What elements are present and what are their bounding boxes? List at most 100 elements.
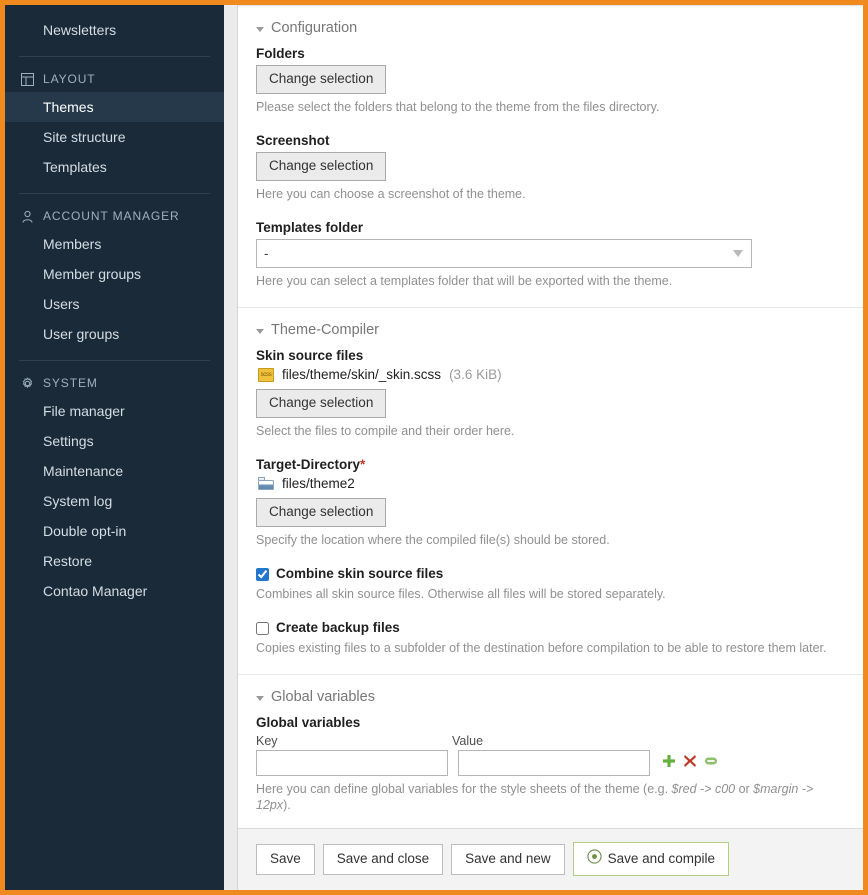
hint-example-1: $red -> c00 — [671, 782, 736, 796]
sidebar-item-templates[interactable]: Templates — [5, 152, 224, 182]
legend-theme-compiler[interactable]: Theme-Compiler — [256, 322, 845, 348]
sidebar-divider — [19, 360, 210, 361]
layout-icon — [21, 72, 34, 86]
hint-prefix: Here you can define global variables for… — [256, 782, 672, 796]
value-column-header: Value — [452, 734, 484, 748]
save-and-new-button[interactable]: Save and new — [451, 843, 565, 875]
folders-hint: Please select the folders that belong to… — [256, 100, 660, 114]
sidebar-group-label: SYSTEM — [43, 376, 98, 390]
sidebar-navigation: Newsletters LAYOUT Themes Site structure… — [5, 5, 224, 890]
chevron-down-icon — [256, 328, 264, 334]
global-variable-key-input[interactable] — [256, 750, 448, 776]
save-button[interactable]: Save — [256, 843, 315, 875]
skin-source-file-name: files/theme/skin/_skin.scss — [282, 367, 442, 382]
target-directory-label: Target-Directory* — [256, 457, 845, 472]
main-panel: Configuration Folders Change selection P… — [238, 5, 863, 890]
sidebar-divider — [19, 56, 210, 57]
sidebar-group-layout[interactable]: LAYOUT — [5, 68, 224, 92]
sidebar-item-settings[interactable]: Settings — [5, 426, 224, 456]
chevron-down-icon — [256, 26, 264, 32]
skin-source-files-change-selection-button[interactable]: Change selection — [256, 389, 387, 418]
sidebar-item-double-opt-in[interactable]: Double opt-in — [5, 516, 224, 546]
sidebar-item-contao-manager[interactable]: Contao Manager — [5, 576, 224, 606]
chevron-down-icon — [256, 695, 264, 701]
global-variables-header-row: Key Value — [256, 734, 845, 748]
legend-global-variables[interactable]: Global variables — [256, 689, 845, 715]
sidebar-group-label: LAYOUT — [43, 72, 96, 86]
delete-row-icon[interactable] — [683, 754, 697, 773]
folders-label: Folders — [256, 46, 305, 61]
sidebar-item-users[interactable]: Users — [5, 289, 224, 319]
target-directory-change-selection-button[interactable]: Change selection — [256, 498, 387, 527]
user-icon — [21, 210, 34, 223]
sidebar-item-maintenance[interactable]: Maintenance — [5, 456, 224, 486]
sidebar-item-newsletters[interactable]: Newsletters — [5, 15, 224, 45]
global-variables-label: Global variables — [256, 715, 361, 730]
global-variables-hint: Here you can define global variables for… — [256, 781, 845, 813]
key-column-header: Key — [256, 734, 278, 748]
target-directory-path: files/theme2 — [282, 476, 355, 491]
target-directory-hint: Specify the location where the compiled … — [256, 533, 610, 547]
legend-label: Theme-Compiler — [271, 322, 379, 338]
global-variables-row-actions — [662, 754, 718, 773]
templates-folder-label: Templates folder — [256, 220, 364, 235]
sidebar-item-site-structure[interactable]: Site structure — [5, 122, 224, 152]
create-backup-files-checkbox[interactable] — [256, 622, 269, 635]
sidebar-item-member-groups[interactable]: Member groups — [5, 259, 224, 289]
legend-label: Global variables — [271, 689, 375, 705]
save-and-close-button[interactable]: Save and close — [322, 843, 444, 875]
templates-folder-select-wrapper: - — [256, 239, 752, 268]
screenshot-hint: Here you can choose a screenshot of the … — [256, 187, 526, 201]
sidebar-item-file-manager[interactable]: File manager — [5, 396, 224, 426]
theme-edit-form: Configuration Folders Change selection P… — [238, 6, 863, 828]
target-directory-label-text: Target-Directory — [256, 457, 361, 472]
skin-source-file-size: (3.6 KiB) — [449, 367, 502, 382]
create-backup-files-hint: Copies existing files to a subfolder of … — [256, 641, 827, 655]
folders-change-selection-button[interactable]: Change selection — [256, 65, 387, 94]
field-create-backup-files: Create backup files Copies existing file… — [256, 620, 845, 656]
skin-source-file-row: scss files/theme/skin/_skin.scss (3.6 Ki… — [258, 367, 845, 382]
gear-icon — [21, 376, 34, 390]
hint-middle: or — [735, 782, 754, 796]
sidebar-group-system[interactable]: SYSTEM — [5, 372, 224, 396]
combine-skin-source-files-checkbox[interactable] — [256, 568, 269, 581]
screenshot-change-selection-button[interactable]: Change selection — [256, 152, 387, 181]
field-folders: Folders Change selection Please select t… — [256, 46, 845, 115]
screenshot-label: Screenshot — [256, 133, 330, 148]
sidebar-group-account-manager[interactable]: ACCOUNT MANAGER — [5, 205, 224, 229]
save-and-compile-label: Save and compile — [607, 850, 715, 866]
legend-configuration[interactable]: Configuration — [256, 20, 845, 46]
sidebar-item-user-groups[interactable]: User groups — [5, 319, 224, 349]
field-templates-folder: Templates folder - Here you can select a… — [256, 220, 845, 289]
skin-source-files-hint: Select the files to compile and their or… — [256, 424, 515, 438]
save-and-compile-button[interactable]: Save and compile — [572, 842, 729, 876]
add-row-icon[interactable] — [662, 754, 676, 773]
combine-skin-source-files-label: Combine skin source files — [276, 566, 444, 581]
combine-skin-source-files-row[interactable]: Combine skin source files — [256, 566, 845, 581]
required-marker: * — [360, 457, 366, 472]
templates-folder-select[interactable]: - — [256, 239, 752, 268]
field-combine-skin-source-files: Combine skin source files Combines all s… — [256, 566, 845, 602]
layout-gutter — [224, 5, 238, 890]
sidebar-divider — [19, 193, 210, 194]
compile-disc-icon — [587, 849, 602, 868]
sidebar-item-system-log[interactable]: System log — [5, 486, 224, 516]
field-global-variables: Global variables Key Value Here you can … — [256, 715, 845, 813]
fieldset-configuration: Configuration Folders Change selection P… — [238, 6, 863, 308]
sidebar-item-restore[interactable]: Restore — [5, 546, 224, 576]
contao-backend-window: Newsletters LAYOUT Themes Site structure… — [0, 0, 868, 895]
sidebar-item-themes[interactable]: Themes — [5, 92, 224, 122]
drag-handle-icon[interactable] — [704, 754, 718, 773]
fieldset-theme-compiler: Theme-Compiler Skin source files scss fi… — [238, 308, 863, 675]
create-backup-files-row[interactable]: Create backup files — [256, 620, 845, 635]
field-target-directory: Target-Directory* files/theme2 Change se… — [256, 457, 845, 548]
sidebar-item-members[interactable]: Members — [5, 229, 224, 259]
global-variable-value-input[interactable] — [458, 750, 650, 776]
fieldset-global-variables: Global variables Global variables Key Va… — [238, 675, 863, 828]
target-directory-row: files/theme2 — [258, 476, 845, 491]
field-screenshot: Screenshot Change selection Here you can… — [256, 133, 845, 202]
global-variables-input-row — [256, 750, 845, 776]
scss-file-icon: scss — [258, 367, 274, 382]
combine-skin-source-files-hint: Combines all skin source files. Otherwis… — [256, 587, 666, 601]
templates-folder-hint: Here you can select a templates folder t… — [256, 274, 673, 288]
